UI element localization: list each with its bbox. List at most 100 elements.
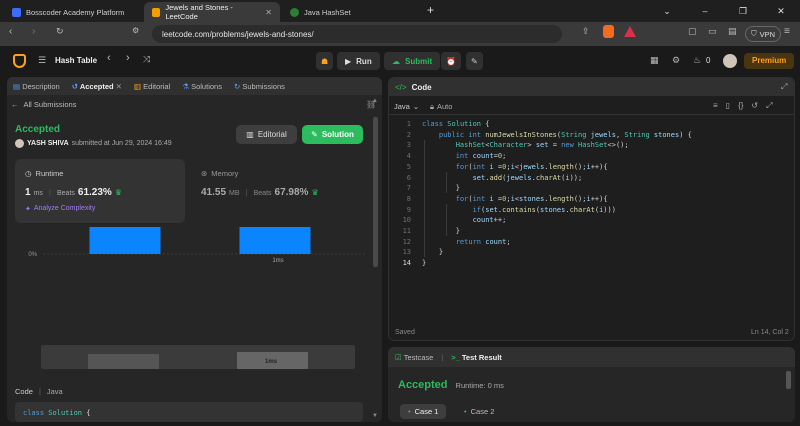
reset-icon[interactable]: ↺ [751,101,758,111]
streak-fire-icon[interactable]: ♨ [693,55,701,66]
grid-layout-icon[interactable]: ▦ [650,55,659,66]
chevron-down-icon[interactable]: ⌄ [648,0,686,22]
runtime-card[interactable]: ◷ Runtime 1 ms | Beats 61.23% ♛ ✦ Analyze … [15,159,185,223]
sidebar-icon[interactable]: ▭ [708,26,717,37]
format-icon[interactable]: ≡ [713,101,718,111]
avatar[interactable] [723,54,737,68]
submit-button[interactable]: ☁ Submit [384,52,441,70]
browser-tab-bosscoder[interactable]: Bosscoder Academy Platform [4,2,142,22]
url-field[interactable]: leetcode.com/problems/jewels-and-stones/ [152,25,562,43]
back-icon[interactable]: ‹ [9,26,12,37]
code-area[interactable]: 1 class Solution {2 public int numJewelsI… [389,120,789,270]
streak-count: 0 [706,56,711,65]
submitted-time: submitted at Jun 29, 2024 16:49 [71,140,172,147]
run-button[interactable]: ▶ Run [337,52,380,70]
indent-guide [424,139,425,258]
tab-test-result[interactable]: >_ Test Result [451,353,502,362]
bookmark-icon[interactable]: ▯ [726,101,730,111]
browser-tab-java-hashset[interactable]: Java HashSet [282,2,418,22]
case-2-button[interactable]: • Case 2 [456,404,502,419]
extensions-icon[interactable]: ▢ [688,26,697,37]
prev-problem-icon[interactable]: ‹ [107,52,111,64]
memory-card[interactable]: ⊛ Memory 41.55 MB | Beats 67.98% ♛ [191,159,361,223]
shuffle-icon[interactable]: ⤨ [143,54,150,65]
submission-panel: ▤ Description ↺ Accepted ✕ ▥ Editorial ⚗… [7,77,382,422]
code-line: for(int i =0;i<stones.length();i++){ [455,194,608,203]
tab-editorial[interactable]: ▥ Editorial [134,82,170,91]
close-window-icon[interactable]: ✕ [762,0,800,22]
settings-icon[interactable]: ⚙ [672,55,680,66]
all-submissions-label: All Submissions [23,100,77,109]
tab-testcase[interactable]: ☑ Testcase [395,353,433,362]
scroll-up-icon[interactable]: ▲ [372,98,378,104]
code-editor-panel: </> Code ⤢ Java ⌄ 🔒︎ Auto ≡ ▯ {} ↺ ⤢ 1 clas… [388,77,795,341]
submission-meta: YASH SHIVA submitted at Jun 29, 2024 16:… [15,139,172,148]
notes-button[interactable]: ✎ [466,52,483,70]
x-tick-label: 1ms [272,258,283,264]
chart-bar[interactable] [239,227,311,254]
result-runtime: Runtime: 0 ms [455,381,504,390]
y-tick-label: 0% [28,252,37,258]
tab-label: Testcase [403,352,434,362]
lock-icon: 🔒︎ [430,102,434,111]
language-select[interactable]: Java ⌄ [394,102,419,111]
new-tab-icon[interactable]: + [427,3,434,17]
site-settings-icon[interactable]: ⚙ [132,26,139,35]
memory-value: 41.55 [201,187,227,198]
close-tab-icon[interactable]: ✕ [116,82,122,91]
bosscoder-favicon-icon [12,7,21,17]
tab-label: Accepted [79,81,114,91]
brave-shields-icon[interactable] [603,25,614,38]
close-tab-icon[interactable]: ✕ [265,8,272,17]
indent-guide [446,171,447,194]
code-line: if(set.contains(stones.charAt(i))) [472,205,616,214]
editorial-label: Editorial [257,130,287,139]
all-submissions-link[interactable]: ← All Submissions [11,100,76,109]
auto-mode-toggle[interactable]: 🔒︎ Auto [430,102,452,112]
code-preview-line: class Solution { [23,409,91,417]
tab-solutions[interactable]: ⚗ Solutions [182,82,222,91]
submit-label: Submit [405,56,433,66]
arrow-left-icon: ← [11,100,19,109]
minimize-icon[interactable]: – [686,0,724,22]
menu-icon[interactable]: ≡ [784,26,790,37]
case-1-button[interactable]: • Case 1 [400,404,447,419]
solution-button[interactable]: ✎ Solution [302,125,363,144]
browser-tab-leetcode[interactable]: Jewels and Stones - LeetCode ✕ [144,2,280,22]
premium-button[interactable]: Premium [744,53,795,69]
console-panel: ☑ Testcase | >_ Test Result Accepted Run… [388,347,795,422]
tab-description[interactable]: ▤ Description [13,82,60,91]
restore-icon[interactable]: ❐ [724,0,762,22]
leetcode-favicon-icon [152,7,161,17]
braces-icon[interactable]: {} [738,101,743,111]
tab-label: Submissions [242,81,285,91]
sparkle-icon: ✦ [25,206,31,213]
editorial-button[interactable]: ▥ Editorial [236,125,297,144]
chart-bar[interactable] [89,227,161,254]
share-icon[interactable]: ⇪ [582,26,590,37]
fullscreen-icon[interactable]: ⤢ [766,101,772,111]
tab-submissions[interactable]: ↻ Submissions [234,82,285,91]
analyze-complexity-link[interactable]: ✦ Analyze Complexity [25,205,95,213]
range-selector[interactable]: 1ms [41,345,355,369]
scroll-down-icon[interactable]: ▼ [372,413,378,419]
reload-icon[interactable]: ↻ [56,26,64,37]
scrollbar-thumb[interactable] [786,371,791,389]
tab-accepted[interactable]: ↺ Accepted ✕ [72,82,122,91]
scrollbar-thumb[interactable] [373,117,378,267]
username[interactable]: YASH SHIVA [27,140,69,147]
brave-rewards-icon[interactable] [624,26,636,37]
memory-label: Memory [211,169,239,178]
timer-button[interactable]: ⏰ [441,52,461,70]
vpn-button[interactable]: ⛉ VPN [745,26,782,42]
tab-title: Bosscoder Academy Platform [26,7,125,17]
user-avatar[interactable] [15,139,24,148]
problem-list-icon[interactable]: ☰ [38,55,46,66]
debug-button[interactable]: ☗ [316,52,334,70]
forward-icon[interactable]: › [32,26,35,37]
problem-list-title[interactable]: Hash Table [55,56,97,65]
expand-icon[interactable]: ⤢ [781,82,787,92]
leetcode-logo-icon[interactable] [13,54,26,68]
next-problem-icon[interactable]: › [126,52,130,64]
wallet-icon[interactable]: ▤ [728,26,737,37]
